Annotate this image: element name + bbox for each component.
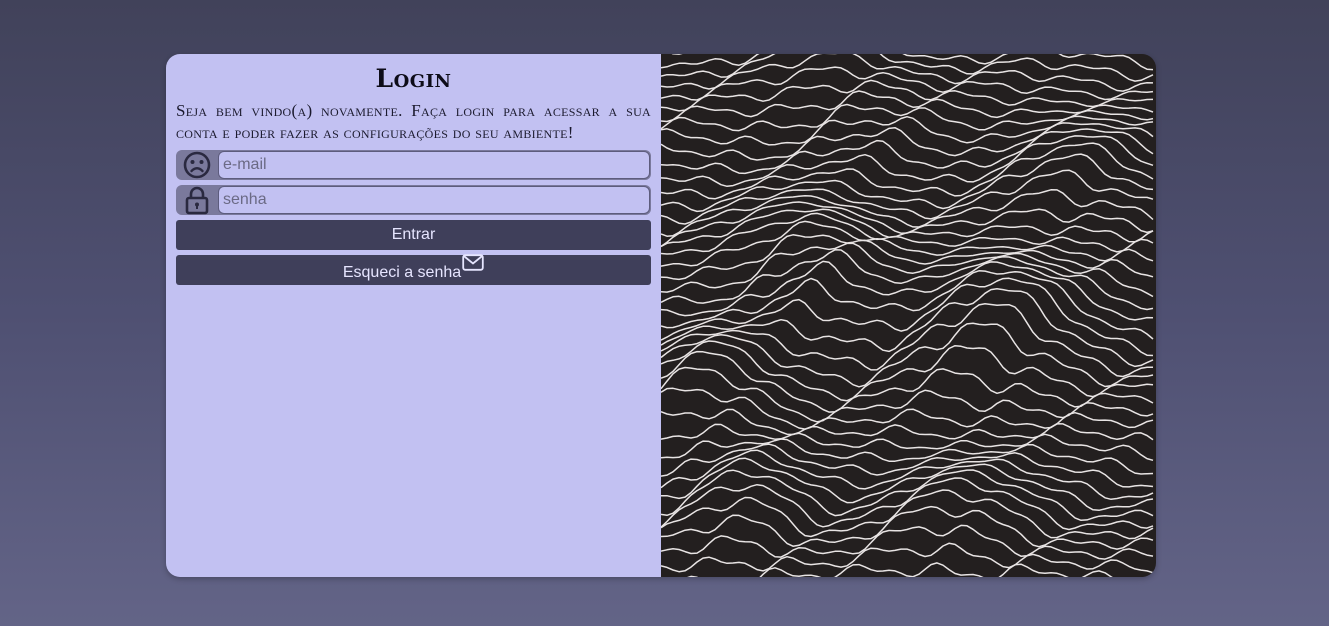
page-title: Login — [375, 64, 452, 93]
login-card: Login Seja bem vindo(a) novamente. Faça … — [166, 54, 1156, 577]
forgot-password-button[interactable]: Esqueci a senha — [176, 254, 651, 285]
wave-line — [661, 542, 1154, 574]
wave-lines-art — [661, 54, 1156, 577]
wave-line — [661, 443, 1154, 488]
wave-line — [661, 277, 1154, 357]
sad-face-icon — [176, 150, 218, 180]
login-description: Seja bem vindo(a) novamente. Faça login … — [176, 101, 651, 142]
wave-line — [661, 260, 1154, 321]
password-field-group — [176, 185, 651, 215]
wave-lines-art-image — [661, 54, 1154, 577]
email-input[interactable] — [218, 151, 650, 179]
email-field-group — [176, 150, 651, 180]
wave-line — [661, 103, 1154, 132]
wave-line — [661, 303, 1153, 378]
wave-line — [687, 562, 1113, 577]
password-input[interactable] — [218, 186, 650, 214]
wave-line — [661, 79, 1154, 112]
wave-line — [661, 505, 1154, 550]
forgot-password-label: Esqueci a senha — [342, 264, 462, 281]
lock-icon — [176, 185, 218, 215]
login-panel: Login Seja bem vindo(a) novamente. Faça … — [166, 54, 661, 577]
wave-line — [661, 54, 1154, 82]
login-button[interactable]: Entrar — [176, 220, 651, 250]
mail-icon — [461, 254, 484, 282]
wave-line — [661, 208, 1154, 248]
wave-line — [661, 387, 1154, 430]
wave-line — [661, 489, 1154, 540]
wave-line — [661, 153, 1154, 213]
wave-line — [661, 249, 1154, 311]
